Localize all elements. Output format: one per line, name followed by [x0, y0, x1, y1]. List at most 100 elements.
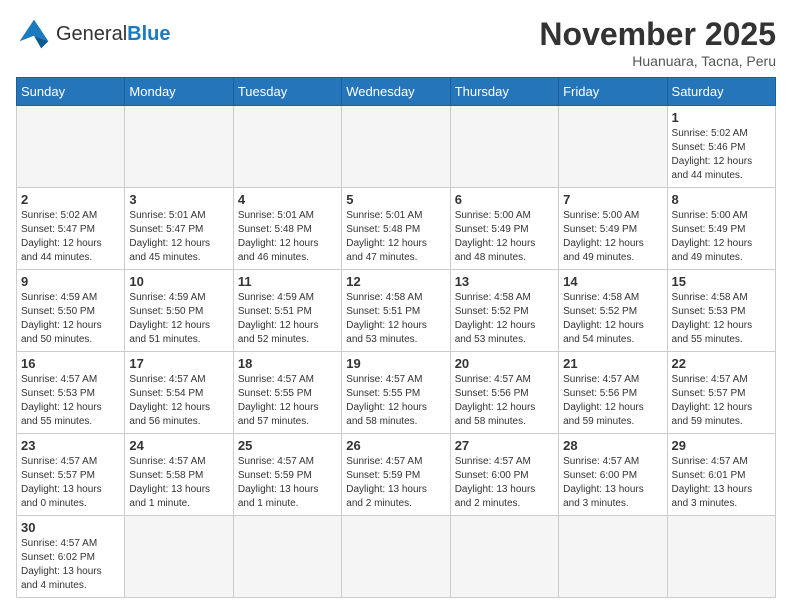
calendar-week-row-4: 16 Sunrise: 4:57 AM Sunset: 5:53 PM Dayli…: [17, 352, 776, 434]
calendar-cell: 23 Sunrise: 4:57 AM Sunset: 5:57 PM Dayli…: [17, 434, 125, 516]
day-number: 17: [129, 356, 228, 371]
calendar-cell: [125, 516, 233, 598]
day-number: 29: [672, 438, 771, 453]
logo-icon: [16, 16, 52, 52]
day-info: Sunrise: 4:57 AM Sunset: 6:01 PM Dayligh…: [672, 455, 771, 511]
calendar-cell: 5 Sunrise: 5:01 AM Sunset: 5:48 PM Daylig…: [342, 188, 450, 270]
day-info: Sunrise: 4:57 AM Sunset: 5:54 PM Dayligh…: [129, 373, 228, 429]
day-number: 24: [129, 438, 228, 453]
day-info: Sunrise: 4:57 AM Sunset: 5:55 PM Dayligh…: [238, 373, 337, 429]
day-info: Sunrise: 5:02 AM Sunset: 5:46 PM Dayligh…: [672, 127, 771, 183]
calendar-cell: 19 Sunrise: 4:57 AM Sunset: 5:55 PM Dayli…: [342, 352, 450, 434]
calendar-cell: 17 Sunrise: 4:57 AM Sunset: 5:54 PM Dayli…: [125, 352, 233, 434]
day-number: 19: [346, 356, 445, 371]
day-number: 30: [21, 520, 120, 535]
logo: GeneralBlue: [16, 16, 171, 52]
calendar-cell: 30 Sunrise: 4:57 AM Sunset: 6:02 PM Dayli…: [17, 516, 125, 598]
day-number: 27: [455, 438, 554, 453]
day-number: 8: [672, 192, 771, 207]
header-monday: Monday: [125, 78, 233, 106]
day-number: 2: [21, 192, 120, 207]
header-sunday: Sunday: [17, 78, 125, 106]
calendar-cell: [559, 106, 667, 188]
calendar-cell: 18 Sunrise: 4:57 AM Sunset: 5:55 PM Dayli…: [233, 352, 341, 434]
day-number: 18: [238, 356, 337, 371]
calendar-week-row-6: 30 Sunrise: 4:57 AM Sunset: 6:02 PM Dayli…: [17, 516, 776, 598]
day-info: Sunrise: 4:57 AM Sunset: 6:02 PM Dayligh…: [21, 537, 120, 593]
title-block: November 2025 Huanuara, Tacna, Peru: [539, 16, 776, 69]
calendar-cell: 25Sunrise: 4:57 AM Sunset: 5:59 PM Dayli…: [233, 434, 341, 516]
header-saturday: Saturday: [667, 78, 775, 106]
calendar-cell: 21 Sunrise: 4:57 AM Sunset: 5:56 PM Dayli…: [559, 352, 667, 434]
day-info: Sunrise: 5:00 AM Sunset: 5:49 PM Dayligh…: [455, 209, 554, 265]
calendar-week-row-2: 2Sunrise: 5:02 AM Sunset: 5:47 PM Daylig…: [17, 188, 776, 270]
header-wednesday: Wednesday: [342, 78, 450, 106]
day-number: 3: [129, 192, 228, 207]
calendar-cell: 10Sunrise: 4:59 AM Sunset: 5:50 PM Dayli…: [125, 270, 233, 352]
day-info: Sunrise: 4:58 AM Sunset: 5:53 PM Dayligh…: [672, 291, 771, 347]
day-number: 20: [455, 356, 554, 371]
day-info: Sunrise: 4:59 AM Sunset: 5:50 PM Dayligh…: [21, 291, 120, 347]
calendar-cell: [233, 516, 341, 598]
calendar-cell: [233, 106, 341, 188]
day-number: 13: [455, 274, 554, 289]
day-info: Sunrise: 5:01 AM Sunset: 5:48 PM Dayligh…: [238, 209, 337, 265]
calendar-cell: 8 Sunrise: 5:00 AM Sunset: 5:49 PM Daylig…: [667, 188, 775, 270]
day-info: Sunrise: 4:57 AM Sunset: 5:59 PM Dayligh…: [346, 455, 445, 511]
day-info: Sunrise: 4:57 AM Sunset: 5:53 PM Dayligh…: [21, 373, 120, 429]
calendar-cell: 7 Sunrise: 5:00 AM Sunset: 5:49 PM Daylig…: [559, 188, 667, 270]
day-info: Sunrise: 4:59 AM Sunset: 5:50 PM Dayligh…: [129, 291, 228, 347]
month-title: November 2025: [539, 16, 776, 53]
calendar-cell: 27 Sunrise: 4:57 AM Sunset: 6:00 PM Dayli…: [450, 434, 558, 516]
logo-text: GeneralBlue: [56, 23, 171, 45]
day-number: 16: [21, 356, 120, 371]
day-info: Sunrise: 4:57 AM Sunset: 6:00 PM Dayligh…: [563, 455, 662, 511]
header-thursday: Thursday: [450, 78, 558, 106]
calendar-cell: 3 Sunrise: 5:01 AM Sunset: 5:47 PM Daylig…: [125, 188, 233, 270]
calendar-cell: 22Sunrise: 4:57 AM Sunset: 5:57 PM Dayli…: [667, 352, 775, 434]
calendar-cell: 20 Sunrise: 4:57 AM Sunset: 5:56 PM Dayli…: [450, 352, 558, 434]
calendar-cell: 12Sunrise: 4:58 AM Sunset: 5:51 PM Dayli…: [342, 270, 450, 352]
calendar-cell: 4 Sunrise: 5:01 AM Sunset: 5:48 PM Daylig…: [233, 188, 341, 270]
day-number: 6: [455, 192, 554, 207]
calendar-cell: 9 Sunrise: 4:59 AM Sunset: 5:50 PM Daylig…: [17, 270, 125, 352]
calendar-cell: 14Sunrise: 4:58 AM Sunset: 5:52 PM Dayli…: [559, 270, 667, 352]
day-number: 26: [346, 438, 445, 453]
day-info: Sunrise: 5:01 AM Sunset: 5:48 PM Dayligh…: [346, 209, 445, 265]
calendar-cell: 24Sunrise: 4:57 AM Sunset: 5:58 PM Dayli…: [125, 434, 233, 516]
calendar-cell: 1 Sunrise: 5:02 AM Sunset: 5:46 PM Daylig…: [667, 106, 775, 188]
calendar-cell: [559, 516, 667, 598]
day-info: Sunrise: 4:57 AM Sunset: 5:56 PM Dayligh…: [563, 373, 662, 429]
calendar-cell: [450, 516, 558, 598]
calendar-cell: 15Sunrise: 4:58 AM Sunset: 5:53 PM Dayli…: [667, 270, 775, 352]
day-number: 1: [672, 110, 771, 125]
day-info: Sunrise: 4:57 AM Sunset: 5:57 PM Dayligh…: [21, 455, 120, 511]
day-number: 7: [563, 192, 662, 207]
day-info: Sunrise: 5:00 AM Sunset: 5:49 PM Dayligh…: [672, 209, 771, 265]
calendar-header-row: Sunday Monday Tuesday Wednesday Thursday…: [17, 78, 776, 106]
day-number: 5: [346, 192, 445, 207]
header-tuesday: Tuesday: [233, 78, 341, 106]
calendar-cell: 16 Sunrise: 4:57 AM Sunset: 5:53 PM Dayli…: [17, 352, 125, 434]
day-info: Sunrise: 4:57 AM Sunset: 6:00 PM Dayligh…: [455, 455, 554, 511]
calendar-cell: 11Sunrise: 4:59 AM Sunset: 5:51 PM Dayli…: [233, 270, 341, 352]
day-number: 12: [346, 274, 445, 289]
day-info: Sunrise: 4:57 AM Sunset: 5:55 PM Dayligh…: [346, 373, 445, 429]
header-friday: Friday: [559, 78, 667, 106]
page-header: GeneralBlue November 2025 Huanuara, Tacn…: [16, 16, 776, 69]
day-info: Sunrise: 4:58 AM Sunset: 5:52 PM Dayligh…: [563, 291, 662, 347]
calendar-cell: [17, 106, 125, 188]
day-info: Sunrise: 5:00 AM Sunset: 5:49 PM Dayligh…: [563, 209, 662, 265]
calendar-cell: 26 Sunrise: 4:57 AM Sunset: 5:59 PM Dayli…: [342, 434, 450, 516]
day-number: 22: [672, 356, 771, 371]
calendar-cell: [342, 516, 450, 598]
day-number: 9: [21, 274, 120, 289]
day-info: Sunrise: 4:57 AM Sunset: 5:59 PM Dayligh…: [238, 455, 337, 511]
day-info: Sunrise: 5:01 AM Sunset: 5:47 PM Dayligh…: [129, 209, 228, 265]
location: Huanuara, Tacna, Peru: [539, 53, 776, 69]
day-number: 4: [238, 192, 337, 207]
day-number: 21: [563, 356, 662, 371]
day-number: 11: [238, 274, 337, 289]
day-number: 23: [21, 438, 120, 453]
day-info: Sunrise: 4:57 AM Sunset: 5:56 PM Dayligh…: [455, 373, 554, 429]
